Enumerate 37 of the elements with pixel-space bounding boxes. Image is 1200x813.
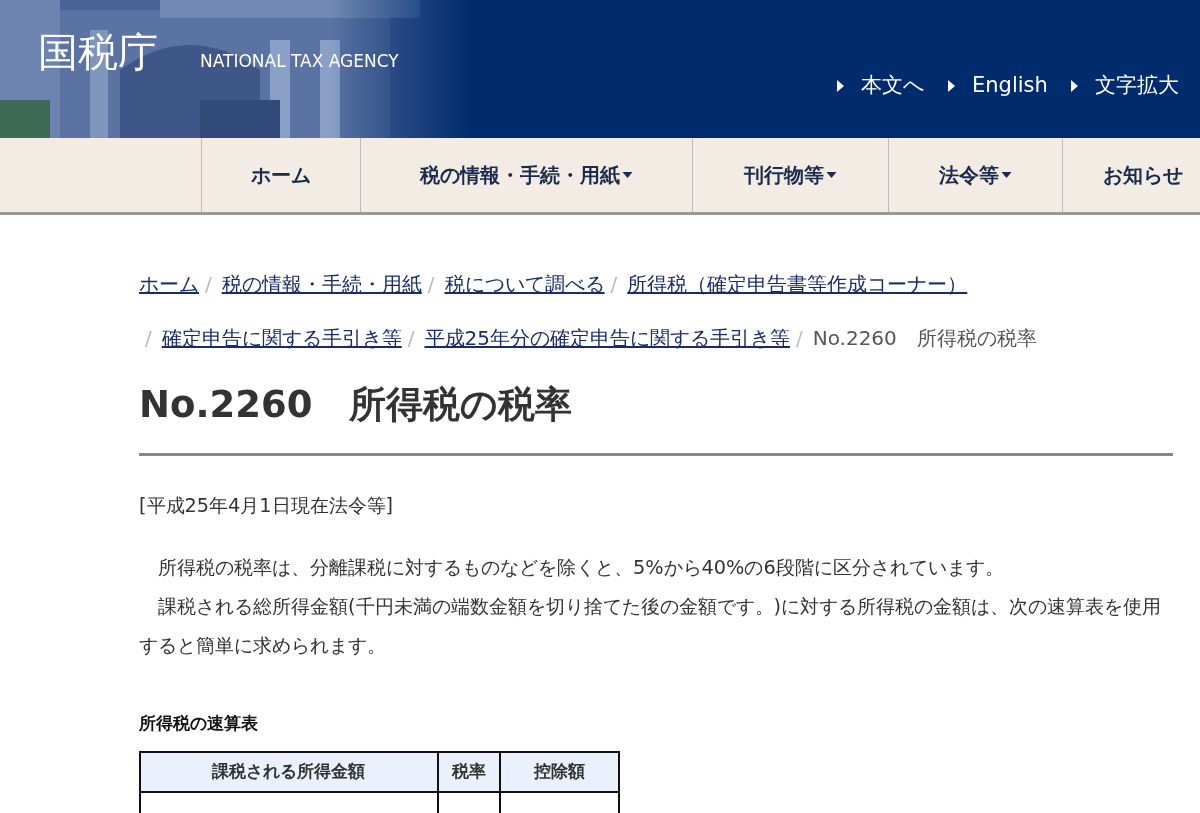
nav-tab[interactable]: 税の情報・手続・用紙 xyxy=(360,138,692,212)
triangle-icon xyxy=(836,78,845,93)
breadcrumb-separator: / xyxy=(427,271,435,298)
caret-icon xyxy=(1001,172,1012,178)
breadcrumb-link[interactable]: ホーム xyxy=(139,269,199,299)
caret-icon xyxy=(622,172,633,178)
triangle-icon xyxy=(1069,78,1079,93)
column-header: 控除額 xyxy=(500,751,619,792)
header-link[interactable]: 文字拡大 xyxy=(1094,70,1179,102)
date-note: [平成25年4月1日現在法令等] xyxy=(139,493,395,520)
site-subtitle: NATIONAL TAX AGENCY xyxy=(200,49,399,73)
page-title: No.2260 所得税の税率 xyxy=(139,383,1173,457)
header-link[interactable]: 本文へ xyxy=(861,70,925,102)
table-caption: 所得税の速算表 xyxy=(139,712,259,736)
nav-tab[interactable]: 法令等 xyxy=(888,138,1062,212)
header-link[interactable]: English xyxy=(972,70,1048,102)
breadcrumb-current: No.2260 所得税の税率 xyxy=(812,325,1037,352)
breadcrumb-separator: / xyxy=(795,325,803,352)
paragraph: 課税される総所得金額(千円未満の端数金額を切り捨てた後の金額です。)に対する所得税の金額は、次の速算表を使用すると簡単に求められます。 xyxy=(139,594,1163,660)
breadcrumb-link[interactable]: 所得税（確定申告書等作成コーナー） xyxy=(627,269,968,299)
breadcrumb-link[interactable]: 税の情報・手続・用紙 xyxy=(221,269,422,299)
breadcrumb-separator: / xyxy=(205,271,212,298)
nav-tab[interactable]: ホーム xyxy=(201,138,360,212)
breadcrumb-link[interactable]: 税について調べる xyxy=(444,269,605,299)
breadcrumb-separator: / xyxy=(610,271,618,298)
caret-icon xyxy=(826,172,837,178)
breadcrumb-separator: / xyxy=(145,325,152,352)
breadcrumb-link[interactable]: 確定申告に関する手引き等 xyxy=(161,323,402,353)
nav-tab[interactable]: 刊行物等 xyxy=(692,138,888,212)
column-header: 税率 xyxy=(437,751,501,792)
breadcrumb-link[interactable]: 平成25年分の確定申告に関する手引き等 xyxy=(424,323,790,353)
site-logo[interactable]: 国税庁 xyxy=(38,22,158,82)
column-header: 課税される所得金額 xyxy=(140,751,438,792)
breadcrumb-separator: / xyxy=(407,325,415,352)
paragraph: 所得税の税率は、分離課税に対するものなどを除くと、5%から40%の6段階に区分されています。 xyxy=(157,555,1005,582)
triangle-icon xyxy=(947,78,956,93)
nav-tab[interactable]: お知らせ xyxy=(1062,138,1200,212)
